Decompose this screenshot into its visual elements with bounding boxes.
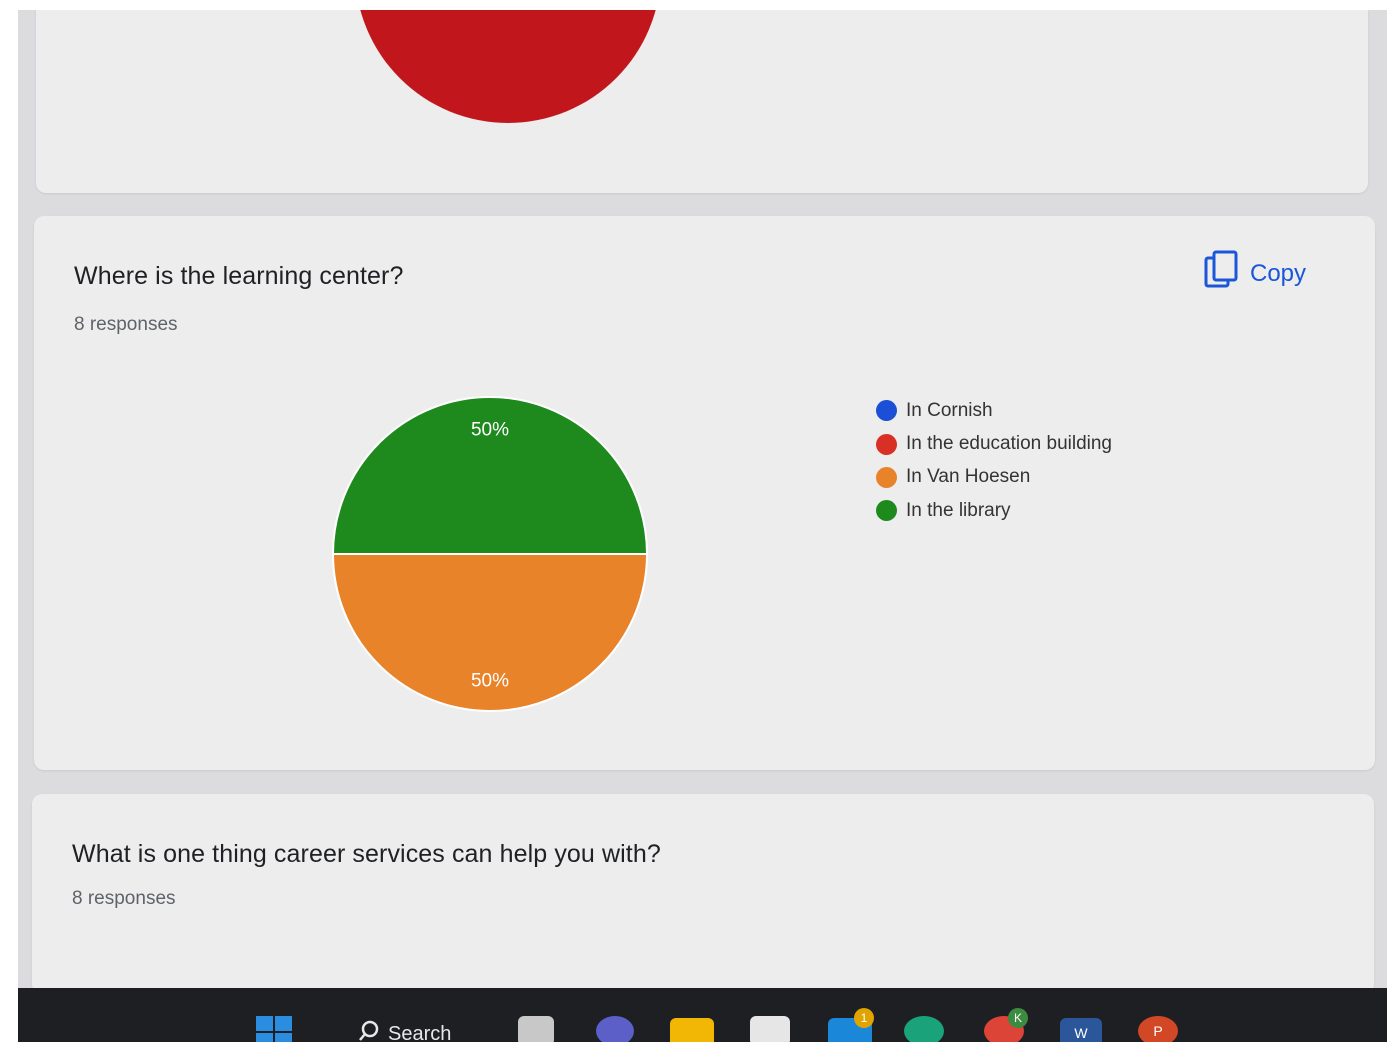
mail-badge: 1 — [854, 1008, 874, 1028]
task-view-icon[interactable] — [518, 1016, 554, 1042]
taskbar: Search 1 K W P — [18, 988, 1387, 1042]
question-title: What is one thing career services can he… — [72, 840, 661, 868]
edge-icon[interactable] — [904, 1016, 944, 1042]
legend-swatch — [876, 500, 897, 522]
taskbar-search[interactable]: Search — [358, 1020, 451, 1042]
question-card-learning-center: Where is the learning center? 8 response… — [34, 216, 1375, 770]
legend-item[interactable]: In the library — [876, 494, 1112, 527]
response-count: 8 responses — [72, 888, 176, 909]
legend-swatch — [876, 400, 897, 422]
copy-label: Copy — [1250, 259, 1307, 287]
legend-swatch — [876, 466, 897, 488]
legend-item[interactable]: In Cornish — [876, 394, 1112, 427]
windows-start-icon[interactable] — [254, 1014, 294, 1042]
legend-item[interactable]: In Van Hoesen — [876, 461, 1112, 494]
file-explorer-icon[interactable] — [670, 1018, 714, 1042]
chart-legend: In Cornish In the education building In Va… — [876, 394, 1112, 528]
pie-data-label: 50% — [471, 419, 509, 440]
copy-button[interactable]: Copy — [1204, 250, 1306, 297]
pie-data-label: 50% — [471, 671, 509, 692]
question-card-career-services: What is one thing career services can he… — [32, 794, 1374, 994]
legend-swatch — [876, 433, 897, 455]
question-title: Where is the learning center? — [74, 262, 404, 290]
search-icon — [358, 1020, 380, 1042]
previous-question-card — [36, 10, 1368, 193]
copy-icon — [1204, 250, 1240, 297]
legend-label: In Cornish — [906, 399, 993, 421]
response-count: 8 responses — [74, 314, 178, 335]
legend-item[interactable]: In the education building — [876, 427, 1112, 460]
powerpoint-icon[interactable]: P — [1138, 1016, 1178, 1042]
screen: Where is the learning center? 8 response… — [18, 10, 1387, 1042]
pie-chart: 50% 50% — [330, 394, 650, 719]
teams-icon[interactable] — [596, 1016, 634, 1042]
previous-pie-chart — [360, 10, 656, 123]
legend-label: In Van Hoesen — [906, 466, 1031, 488]
pie-chart-svg: 50% 50% — [331, 396, 649, 712]
previous-pie-slice — [360, 10, 656, 123]
store-icon[interactable] — [750, 1016, 790, 1042]
legend-label: In the library — [906, 499, 1011, 521]
word-icon[interactable]: W — [1060, 1018, 1102, 1042]
chrome-profile-badge: K — [1008, 1008, 1028, 1028]
legend-label: In the education building — [906, 433, 1112, 455]
search-label: Search — [388, 1022, 452, 1042]
